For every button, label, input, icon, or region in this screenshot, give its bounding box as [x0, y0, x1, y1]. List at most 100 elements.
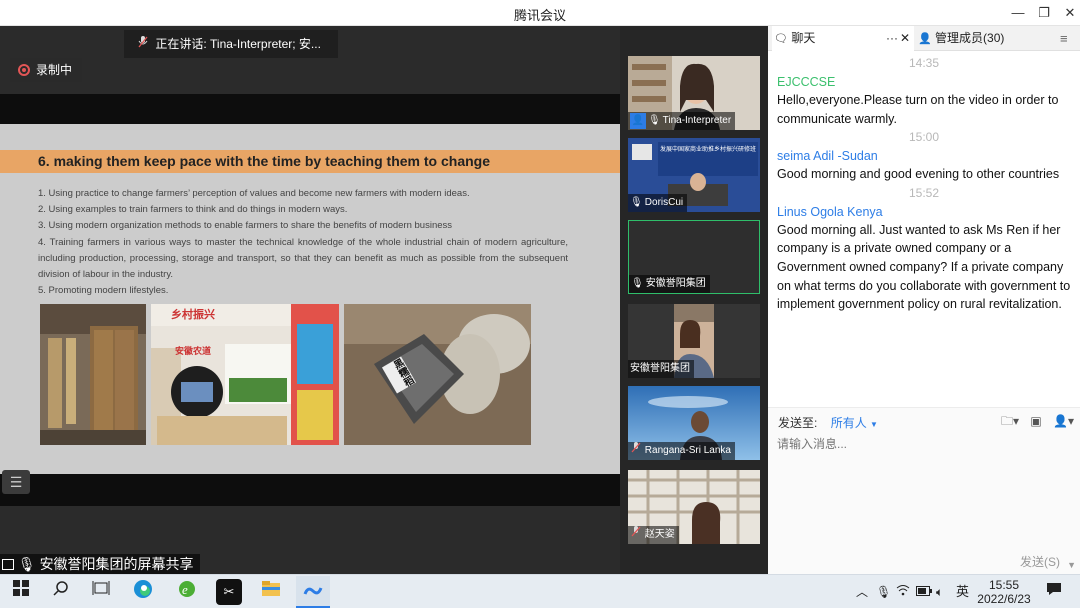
mic-muted-icon [630, 442, 642, 460]
chat-message: 15:00 seima Adil -Sudan Good morning and… [768, 128, 1080, 184]
clock-date: 2022/6/23 [977, 592, 1031, 606]
capcut-icon[interactable]: ✂︎ [216, 579, 242, 605]
chat-text: Hello,everyone.Please turn on the video … [777, 93, 1059, 126]
recording-badge[interactable]: 录制中 [10, 58, 83, 82]
minimize-button[interactable]: — [1004, 3, 1032, 23]
recipient-select[interactable]: 所有人 ▼ [831, 416, 878, 430]
chat-messages: 14:35 EJCCCSE Hello,everyone.Please turn… [768, 52, 1080, 407]
chat-text: Good morning all. Just wanted to ask Ms … [777, 222, 1071, 312]
participant-tile-active[interactable]: 🎙︎ 安徽誉阳集团 [628, 220, 760, 294]
chat-sender: seima Adil -Sudan [777, 149, 878, 164]
chat-message: 15:52 Linus Ogola Kenya Good morning all… [768, 184, 1080, 314]
participant-tag: 安徽誉阳集团 [628, 360, 694, 378]
participant-tile[interactable]: 安徽誉阳集团 [628, 304, 760, 378]
photo-wooden-door [40, 304, 146, 445]
screenshot-icon[interactable]: ▣ [1030, 414, 1041, 428]
participant-name: 安徽誉阳集团 [630, 363, 690, 374]
send-to-label: 发送至: [778, 416, 818, 430]
participant-gallery: 👤 🎙︎ Tina-Interpreter 发展中国家商业助推乡村振兴研修班 🎙︎… [620, 26, 768, 574]
window-title: 腾讯会议 [513, 8, 566, 23]
share-screen-icon [2, 559, 14, 570]
taskbar: e ✂︎ ︿ 🎙︎ 🔈︎ 英 15:55 2022/6/23 [0, 574, 1080, 608]
speaking-text: 正在讲话: Tina-Interpreter; 安... [155, 37, 321, 51]
caret-down-icon: ▼ [870, 420, 878, 429]
tab-members[interactable]: 👤 管理成员(30) [918, 26, 1004, 51]
screen-share-label: 🎙︎ 安徽誉阳集团的屏幕共享 [0, 554, 200, 574]
participant-name: Rangana-Sri Lanka [644, 445, 731, 456]
share-mic-icon: 🎙︎ [17, 556, 36, 572]
side-panel: 🗨︎ 聊天 ··· ✕ 👤 管理成员(30) ≡ 14:35 EJCCCSE H… [768, 26, 1080, 574]
tray-mic-icon[interactable]: 🎙︎ [876, 575, 891, 608]
active-speaker-indicator: 正在讲话: Tina-Interpreter; 安... [124, 30, 338, 58]
restore-button[interactable]: ❐ [1030, 3, 1058, 23]
chat-close-button[interactable]: ✕ [900, 26, 910, 51]
conference-banner: 发展中国家商业助推乡村振兴研修班 [659, 147, 756, 153]
participant-tile[interactable]: 赵天姿 [628, 470, 760, 544]
chat-message: 14:35 EJCCCSE Hello,everyone.Please turn… [768, 54, 1080, 128]
photo-rice-package: 黑糯稻 [344, 304, 531, 445]
speaker-mic-icon [138, 30, 152, 58]
battery-icon[interactable] [916, 575, 932, 608]
tab-members-label: 管理成员(30) [935, 31, 1005, 45]
participant-tag: 🎙︎ 安徽誉阳集团 [629, 275, 710, 293]
booth-sign: 乡村振兴 [171, 309, 215, 321]
volume-muted-icon[interactable]: 🔈︎ [936, 575, 943, 608]
members-icon: 👤 [918, 33, 932, 45]
ime-indicator[interactable]: 英 [956, 575, 969, 608]
share-owner-label: 安徽誉阳集团的屏幕共享 [39, 556, 194, 572]
list-icon[interactable]: ☰ [2, 470, 30, 494]
chat-sender: Linus Ogola Kenya [777, 204, 883, 219]
participant-tile[interactable]: 👤 🎙︎ Tina-Interpreter [628, 56, 760, 130]
chat-timestamp: 14:35 [908, 56, 940, 70]
notification-icon[interactable] [1046, 575, 1062, 608]
participant-tag: Rangana-Sri Lanka [628, 442, 735, 460]
search-icon[interactable] [48, 579, 74, 605]
tray-overflow-chevron-icon[interactable]: ︿ [856, 575, 868, 608]
task-view-icon[interactable] [88, 579, 114, 605]
title-bar: 腾讯会议 — ❐ ✕ [0, 0, 1080, 26]
chat-sender: EJCCCSE [777, 75, 836, 89]
chat-timestamp: 15:00 [908, 130, 940, 145]
send-button[interactable]: 发送(S) [1020, 553, 1060, 570]
panel-menu-button[interactable]: ≡ [1060, 26, 1068, 51]
network-icon[interactable] [896, 575, 910, 608]
slide-heading: 6. making them keep pace with the time b… [38, 153, 490, 169]
participant-name: 安徽誉阳集团 [645, 278, 706, 289]
send-options-chevron-icon[interactable]: ▼ [1067, 560, 1076, 570]
slide-heading-bar: 6. making them keep pace with the time b… [0, 150, 620, 173]
mic-muted-icon [630, 526, 642, 544]
edge-icon[interactable] [130, 579, 156, 605]
chat-more-button[interactable]: ··· [886, 26, 898, 51]
ie-icon[interactable]: e [174, 579, 200, 605]
recipient-value: 所有人 [830, 416, 867, 430]
chat-timestamp: 15:52 [908, 185, 940, 200]
windows-start-icon[interactable] [8, 579, 34, 605]
tencent-meeting-icon[interactable] [296, 576, 330, 608]
user-settings-icon[interactable]: 👤▾ [1053, 414, 1074, 428]
file-icon[interactable]: 🗀︎▾ [1001, 414, 1019, 428]
chat-composer: 发送至: 所有人 ▼ 🗀︎▾ ▣ 👤▾ 发送(S) ▼ [768, 407, 1080, 574]
host-avatar-icon: 👤 [630, 113, 646, 129]
screen-share-area: 正在讲话: Tina-Interpreter; 安... 录制中 6. maki… [0, 26, 620, 574]
mic-icon: 🎙︎ [630, 197, 643, 208]
send-to-row: 发送至: 所有人 ▼ [778, 414, 878, 431]
composer-tools: 🗀︎▾ ▣ 👤▾ [1001, 412, 1074, 433]
participant-tag: 🎙︎ DorisCui [628, 194, 688, 212]
close-window-button[interactable]: ✕ [1056, 3, 1080, 23]
booth-subsign: 安徽农道 [175, 346, 212, 356]
slide-points: 1. Using practice to change farmers’ per… [38, 186, 568, 299]
slide-point: 2. Using examples to train farmers to th… [38, 204, 348, 216]
letterbox-bottom [0, 474, 620, 506]
clock[interactable]: 15:55 2022/6/23 [976, 575, 1032, 608]
panel-tabs: 🗨︎ 聊天 ··· ✕ 👤 管理成员(30) ≡ [768, 26, 1080, 51]
chat-input[interactable] [777, 434, 1069, 454]
svg-text:e: e [182, 582, 188, 597]
photo-exhibition-booth: 乡村振兴 安徽农道 [151, 304, 339, 445]
slide-point: 5. Promoting modern lifestyles. [38, 285, 169, 297]
participant-name: Tina-Interpreter [662, 115, 732, 126]
participant-tile[interactable]: Rangana-Sri Lanka [628, 386, 760, 460]
participant-name: 赵天姿 [644, 529, 675, 540]
file-explorer-icon[interactable] [258, 579, 284, 605]
participant-tile[interactable]: 发展中国家商业助推乡村振兴研修班 🎙︎ DorisCui [628, 138, 760, 212]
slide-point: 1. Using practice to change farmers’ per… [38, 188, 470, 199]
